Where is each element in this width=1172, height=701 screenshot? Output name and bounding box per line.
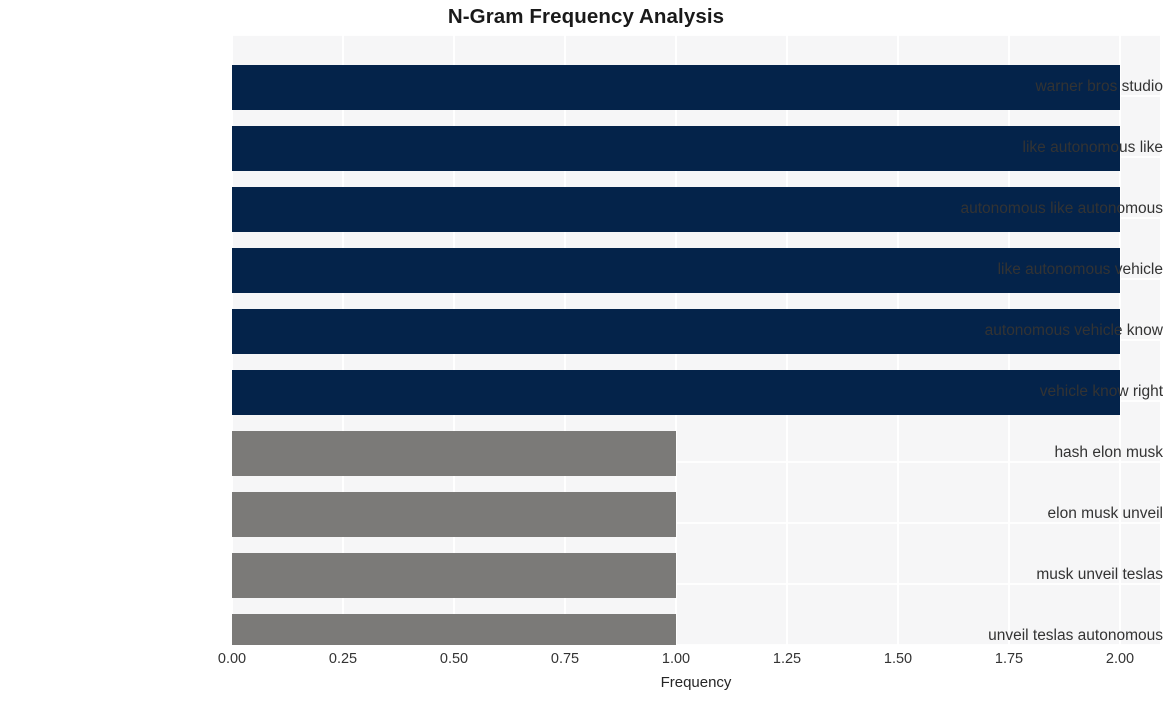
chart-figure: N-Gram Frequency Analysis warner bros st… [0,0,1172,701]
x-tick-label: 1.00 [661,651,691,667]
y-tick-label: hash elon musk [1054,443,1163,461]
plot-area [232,35,1160,645]
x-tick-label: 0.25 [328,651,358,667]
y-tick-label: like autonomous like [1022,138,1163,156]
bar [232,492,676,538]
bar [232,431,676,477]
y-tick-label: autonomous vehicle know [984,321,1163,339]
x-axis-title: Frequency [660,674,732,691]
x-tick-label: 2.00 [1105,651,1135,667]
x-tick-label: 1.50 [883,651,913,667]
y-tick-label: musk unveil teslas [1036,565,1163,583]
y-tick-label: vehicle know right [1039,382,1163,400]
x-tick-label: 0.50 [439,651,469,667]
x-tick-label: 1.25 [772,651,802,667]
bar [232,614,676,645]
x-tick-label: 0.75 [550,651,580,667]
chart-title: N-Gram Frequency Analysis [447,5,725,28]
y-tick-label: unveil teslas autonomous [988,626,1163,644]
y-tick-label: like autonomous vehicle [997,260,1163,278]
gridline-horizontal-0 [232,35,1160,36]
x-tick-label: 1.75 [994,651,1024,667]
bar [232,553,676,599]
y-tick-label: autonomous like autonomous [960,199,1164,217]
x-tick-label: 0.00 [217,651,247,667]
y-tick-label: warner bros studio [1035,77,1163,95]
y-tick-label: elon musk unveil [1047,504,1163,522]
